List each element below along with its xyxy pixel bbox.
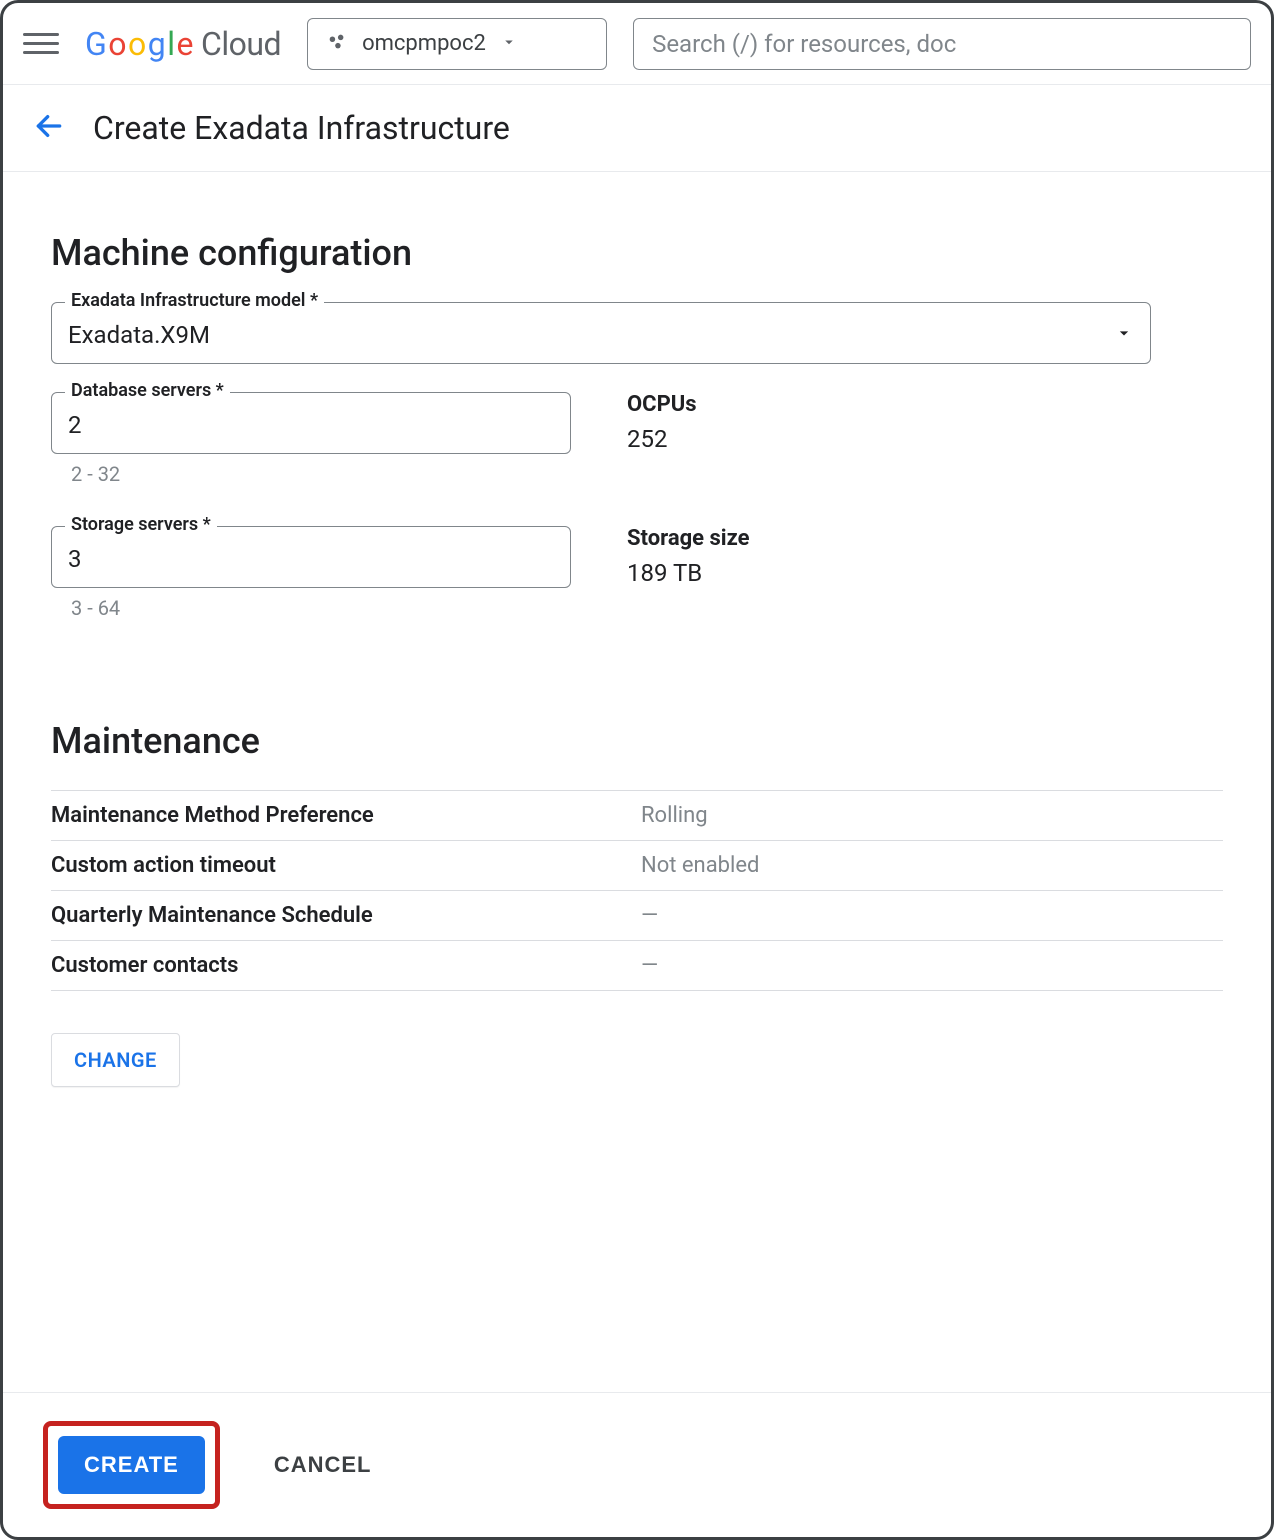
maint-key: Quarterly Maintenance Schedule: [51, 903, 641, 928]
storage-size-value: 189 TB: [627, 559, 750, 587]
exadata-model-select[interactable]: Exadata Infrastructure model * Exadata.X…: [51, 302, 1151, 364]
caret-down-icon: [1114, 321, 1134, 349]
table-row: Quarterly Maintenance Schedule —: [51, 890, 1223, 940]
exadata-model-label: Exadata Infrastructure model *: [65, 290, 324, 311]
maint-key: Customer contacts: [51, 953, 641, 978]
project-picker[interactable]: omcpmpoc2: [307, 18, 607, 70]
maint-key: Custom action timeout: [51, 853, 641, 878]
project-name: omcpmpoc2: [362, 31, 486, 56]
nav-menu-icon[interactable]: [23, 26, 59, 62]
storage-servers-value: 3: [68, 545, 82, 573]
maint-value: —: [641, 903, 658, 928]
maint-key: Maintenance Method Preference: [51, 803, 641, 828]
database-servers-label: Database servers *: [65, 380, 230, 401]
create-button-highlight: CREATE: [43, 1421, 220, 1509]
storage-servers-input[interactable]: Storage servers * 3: [51, 526, 571, 588]
storage-size-label: Storage size: [627, 526, 750, 551]
maint-value: Rolling: [641, 803, 708, 828]
storage-size-readout: Storage size 189 TB: [627, 526, 750, 587]
exadata-model-value: Exadata.X9M: [68, 321, 210, 349]
table-row: Customer contacts —: [51, 940, 1223, 991]
page-header: Create Exadata Infrastructure: [3, 85, 1271, 172]
change-button[interactable]: CHANGE: [51, 1033, 180, 1087]
project-icon: [326, 31, 348, 57]
create-button[interactable]: CREATE: [58, 1436, 205, 1494]
database-servers-input[interactable]: Database servers * 2: [51, 392, 571, 454]
back-arrow-icon[interactable]: [33, 110, 65, 146]
caret-down-icon: [500, 33, 518, 55]
table-row: Custom action timeout Not enabled: [51, 840, 1223, 890]
ocpus-label: OCPUs: [627, 392, 697, 417]
ocpus-readout: OCPUs 252: [627, 392, 697, 453]
maint-value: Not enabled: [641, 853, 759, 878]
google-cloud-logo: Google Cloud: [85, 25, 281, 63]
maintenance-table: Maintenance Method Preference Rolling Cu…: [51, 790, 1223, 991]
storage-servers-hint: 3 - 64: [51, 588, 571, 620]
ocpus-value: 252: [627, 425, 697, 453]
database-servers-value: 2: [68, 411, 82, 439]
storage-servers-label: Storage servers *: [65, 514, 217, 535]
maintenance-heading: Maintenance: [51, 720, 1223, 762]
action-bar: CREATE CANCEL: [3, 1392, 1271, 1537]
machine-config-heading: Machine configuration: [51, 232, 1223, 274]
search-input[interactable]: Search (/) for resources, doc: [633, 18, 1251, 70]
table-row: Maintenance Method Preference Rolling: [51, 790, 1223, 840]
maint-value: —: [641, 953, 658, 978]
top-app-bar: Google Cloud omcpmpoc2 Search (/) for re…: [3, 3, 1271, 85]
database-servers-hint: 2 - 32: [51, 454, 571, 486]
search-placeholder: Search (/) for resources, doc: [652, 30, 956, 58]
page-title: Create Exadata Infrastructure: [93, 109, 510, 147]
cancel-button[interactable]: CANCEL: [268, 1451, 378, 1479]
